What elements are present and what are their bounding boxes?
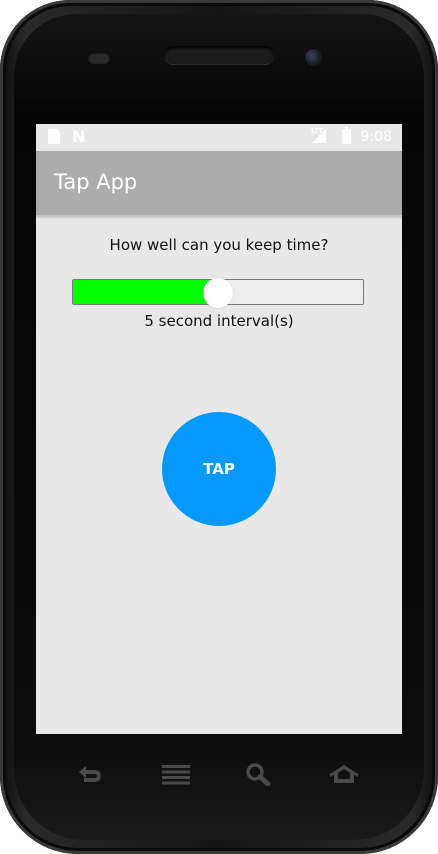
home-icon [330,765,358,783]
front-camera [305,49,322,66]
home-button[interactable] [322,756,366,792]
interval-label: 5 second interval(s) [144,312,294,330]
prompt-text: How well can you keep time? [109,236,329,254]
search-button[interactable] [236,756,280,792]
status-bar: N LTE 9:08 [36,124,402,151]
menu-button[interactable] [154,756,198,792]
app-toolbar: Tap App [36,151,402,215]
tap-button[interactable]: TAP [162,412,276,526]
proximity-sensor [88,52,110,64]
slider-thumb[interactable] [203,278,233,308]
sd-card-icon [48,129,60,144]
back-button[interactable] [68,756,112,792]
screen: N LTE 9:08 Tap App How well can you keep… [36,124,402,734]
back-icon [79,766,101,782]
earpiece-speaker [164,46,274,64]
interval-slider[interactable] [72,278,364,308]
status-time: 9:08 [360,129,392,145]
phone-frame: N LTE 9:08 Tap App How well can you keep… [0,0,438,854]
app-title: Tap App [54,170,138,194]
navigation-bar [36,734,402,814]
slider-progress-fill [73,280,218,304]
battery-icon [342,127,351,144]
search-icon [246,763,271,786]
n-notification-icon: N [72,127,86,146]
network-type-label: LTE [311,127,324,135]
menu-icon [162,765,190,785]
